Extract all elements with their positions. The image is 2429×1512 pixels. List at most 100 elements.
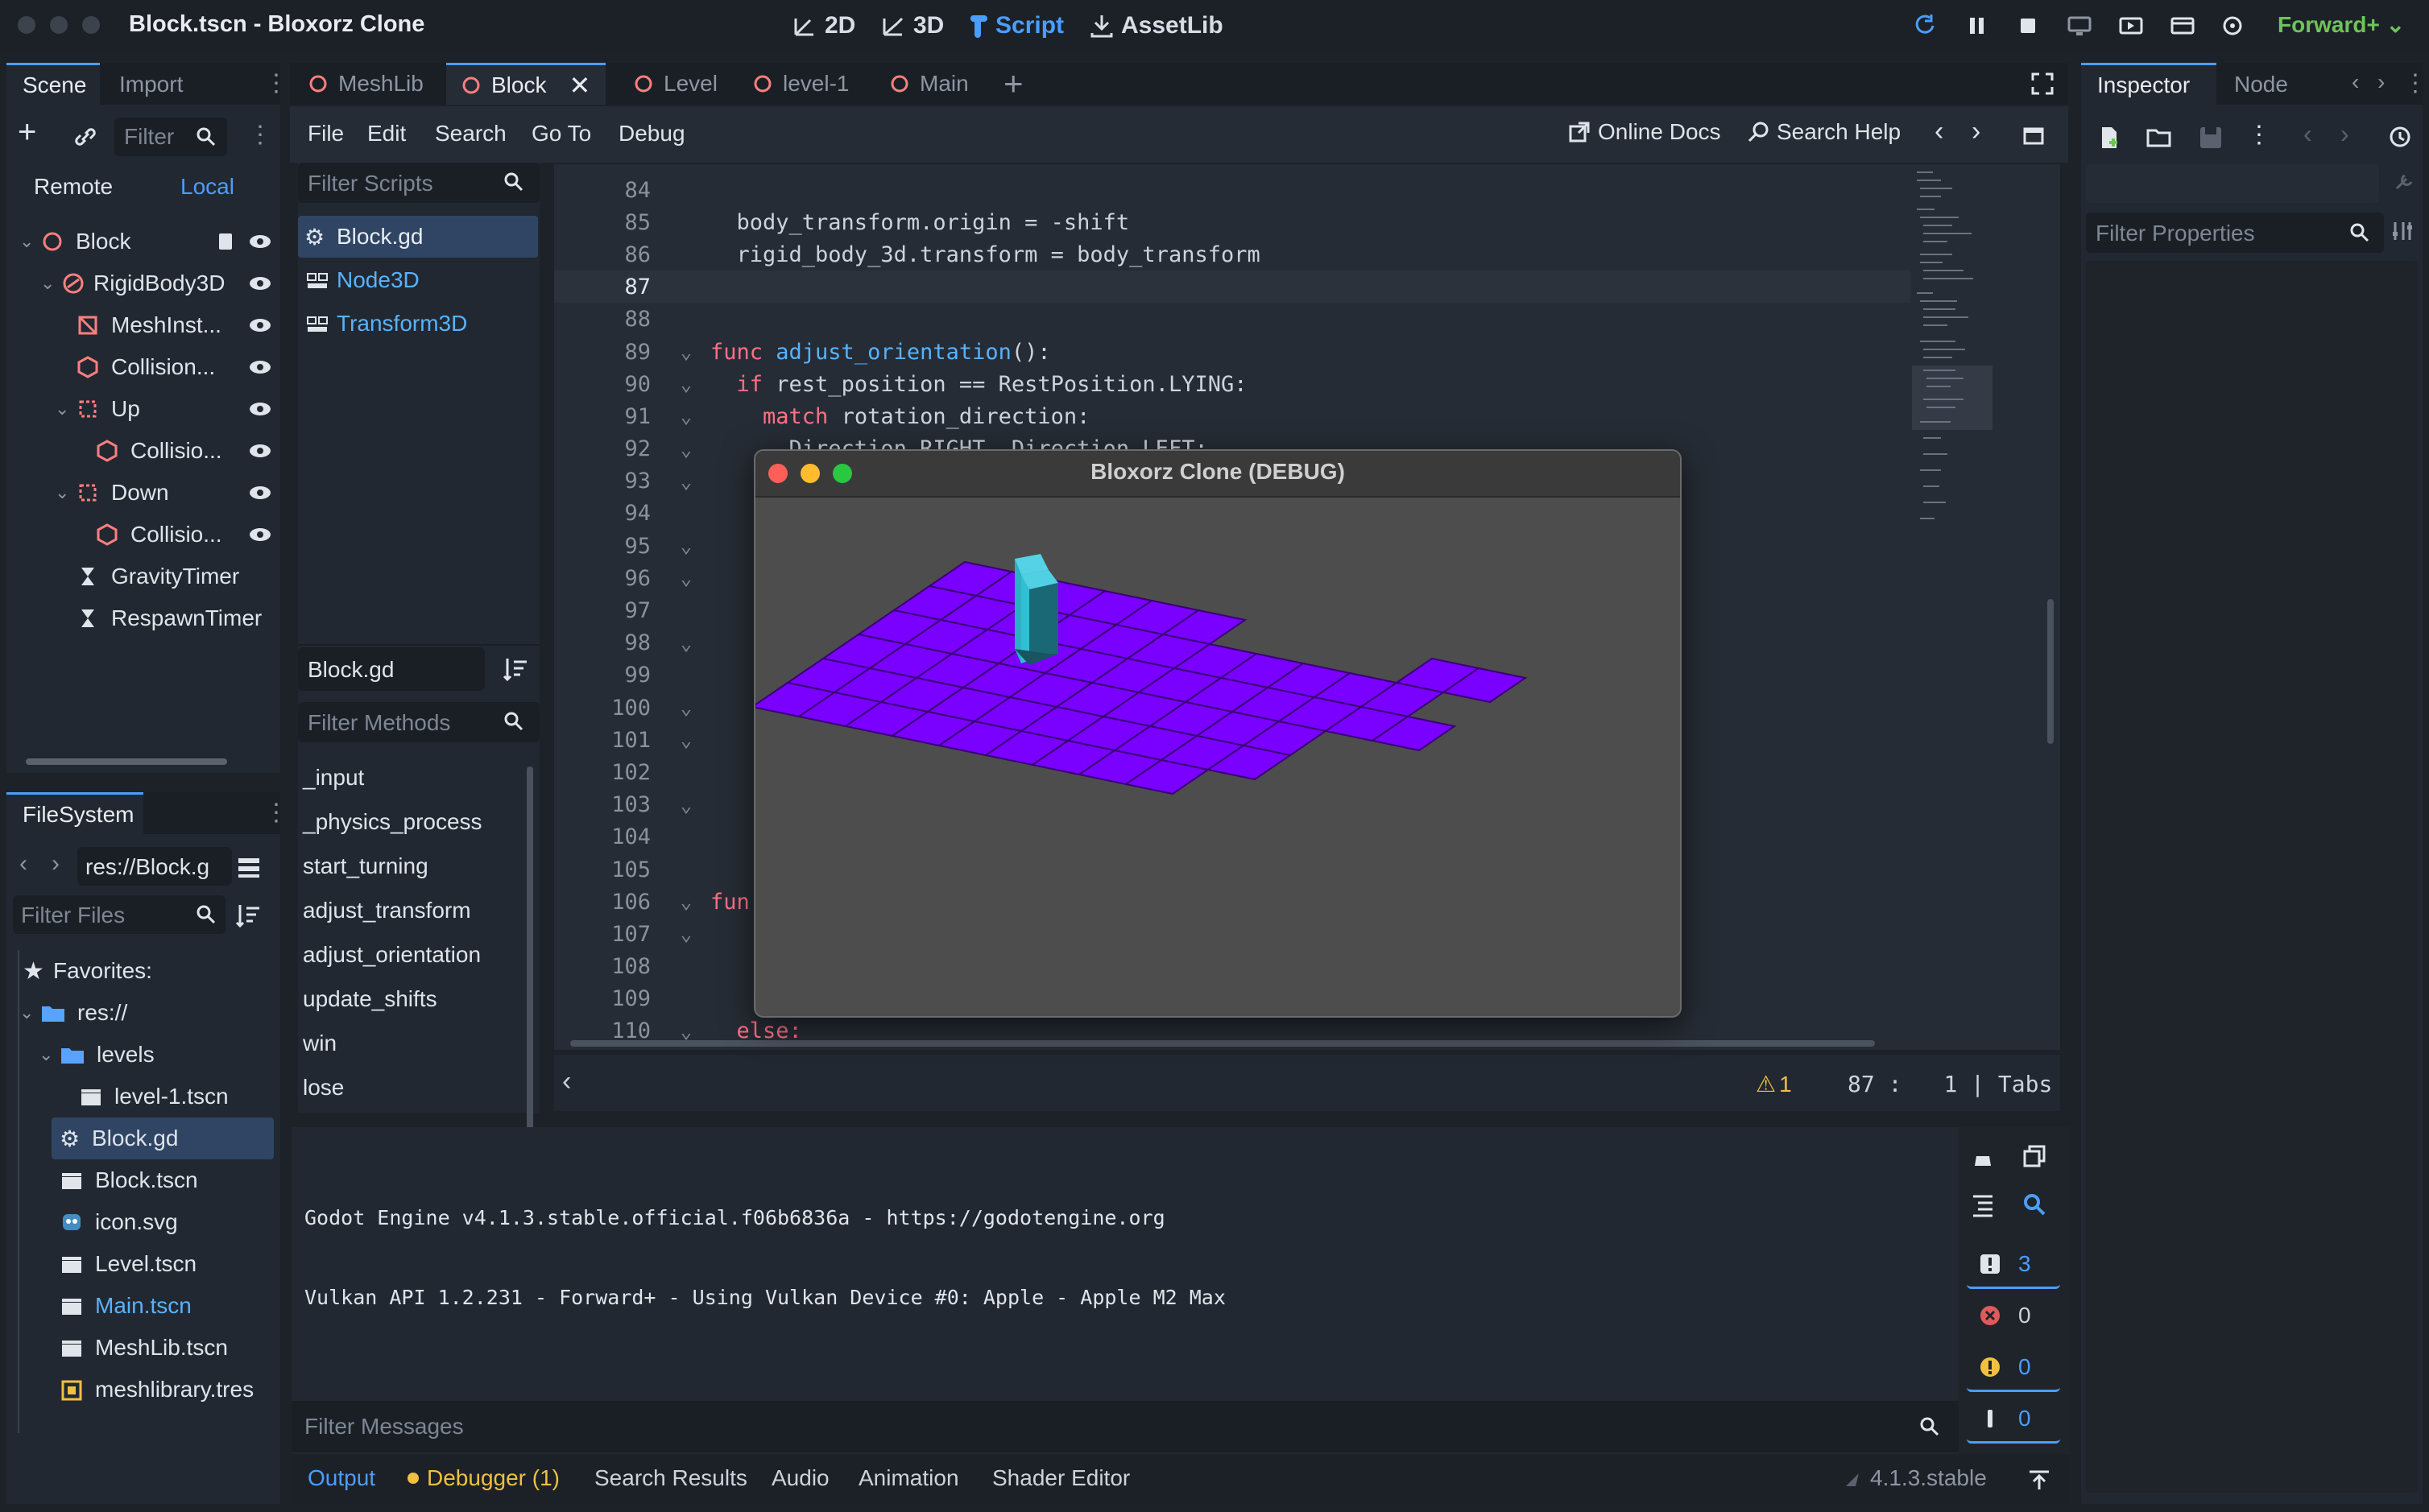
distraction-free-icon[interactable] [2030,71,2055,97]
method-item[interactable]: lose [298,1065,532,1109]
line-number[interactable]: 99 [554,663,651,688]
dock-left-icon[interactable]: ‹ [2352,69,2359,95]
history-forward-icon[interactable]: › [2340,119,2349,149]
fold-arrow-icon[interactable]: ⌄ [670,535,702,557]
visibility-eye-icon[interactable] [248,229,272,254]
fs-level-tscn[interactable]: Level.tscn [6,1243,280,1285]
line-number[interactable]: 105 [554,857,651,882]
visibility-eye-icon[interactable] [248,313,272,337]
copy-icon[interactable] [2021,1143,2047,1169]
new-resource-icon[interactable] [2096,124,2123,151]
scene-node-down[interactable]: ⌄ Down [6,472,280,514]
fold-arrow-icon[interactable]: ⌄ [670,373,702,395]
fold-arrow-icon[interactable]: ⌄ [670,729,702,751]
scene-node-gravitytimer[interactable]: GravityTimer [6,556,280,597]
fs-icon-svg[interactable]: icon.svg [6,1201,280,1243]
line-number[interactable]: 88 [554,307,651,332]
scene-node-block[interactable]: ⌄ Block [6,221,280,262]
code-line[interactable]: 84 [554,174,1883,206]
add-tab-icon[interactable]: + [1003,64,1024,103]
visibility-eye-icon[interactable] [248,271,272,295]
search-help-button[interactable]: Search Help [1746,119,1901,145]
indent-mode[interactable]: Tabs [1998,1071,2052,1097]
open-folder-icon[interactable] [2146,124,2173,151]
menu-search[interactable]: Search [435,121,507,147]
code-line[interactable]: 87 [554,271,1883,304]
line-number[interactable]: 104 [554,824,651,849]
toggle-scripts-panel-icon[interactable]: ‹ [562,1066,571,1097]
local-tab[interactable]: Local [180,174,234,200]
object-menu-icon[interactable]: ⋮ [2247,121,2271,149]
visibility-eye-icon[interactable] [248,439,272,463]
line-number[interactable]: 86 [554,242,651,267]
property-tools-icon[interactable] [2390,219,2415,243]
scene-tab-level-1[interactable]: level-1 [752,71,849,97]
method-item[interactable]: start_turning [298,844,532,888]
messages-filter-button[interactable]: 3 [1967,1241,2060,1289]
line-number[interactable]: 97 [554,598,651,623]
mode-2d-button[interactable]: 2D [791,8,855,43]
stop-icon[interactable] [2013,11,2042,40]
tab-filesystem[interactable]: FileSystem [6,792,143,837]
code-line[interactable]: 88 [554,304,1883,336]
method-item[interactable]: _input [298,755,532,799]
clear-output-icon[interactable] [1970,1143,1996,1169]
visibility-eye-icon[interactable] [248,355,272,379]
line-number[interactable]: 109 [554,986,651,1011]
fold-arrow-icon[interactable]: ⌄ [670,470,702,493]
filter-properties-input[interactable]: Filter Properties [2086,213,2384,253]
code-line[interactable]: 90 ⌄ if rest_position == RestPosition.LYI… [554,368,1883,400]
fold-arrow-icon[interactable]: ⌄ [670,341,702,363]
mode-assetlib-button[interactable]: AssetLib [1089,8,1223,43]
history-back-icon[interactable]: ‹ [2303,119,2312,149]
code-line[interactable]: 89 ⌄ func adjust_orientation(): [554,336,1883,368]
online-docs-button[interactable]: Online Docs [1567,119,1721,145]
method-item[interactable]: win [298,1021,532,1065]
dock-menu-icon[interactable]: ⋮ [264,69,288,97]
tab-shader-editor[interactable]: Shader Editor [992,1465,1130,1491]
dock-menu-icon[interactable]: ⋮ [2403,69,2427,97]
code-hscrollbar[interactable] [570,1040,1875,1047]
fs-res-root[interactable]: ⌄ res:// [6,992,280,1034]
output-log[interactable]: Godot Engine v4.1.3.stable.official.f06b… [304,1151,1226,1364]
fs-block-gd[interactable]: ⚙ Block.gd [52,1117,274,1159]
scene-node-collision-up[interactable]: Collisio... [6,430,280,472]
code-vscrollbar[interactable] [2047,599,2054,744]
zoom-window-button[interactable] [82,16,100,34]
tab-inspector[interactable]: Inspector [2081,63,2216,107]
scene-tab-level[interactable]: Level [633,71,718,97]
warnings-filter-button[interactable]: 0 [1967,1345,2060,1392]
filter-methods-input[interactable]: Filter Methods [298,702,540,742]
game-viewport[interactable] [755,496,1680,1016]
visibility-eye-icon[interactable] [248,397,272,421]
pause-icon[interactable] [1962,11,1991,40]
tab-scene[interactable]: Scene [6,63,100,107]
filter-scripts-input[interactable]: Filter Scripts [298,163,540,203]
scene-node-collision[interactable]: Collision... [6,346,280,388]
script-item-block-gd[interactable]: ⚙ Block.gd [298,216,538,258]
link-icon[interactable] [72,124,98,150]
line-number[interactable]: 108 [554,954,651,979]
scene-node-respawntimer[interactable]: RespawnTimer [6,597,280,639]
fold-arrow-icon[interactable]: ⌄ [670,567,702,589]
visibility-eye-icon[interactable] [248,523,272,547]
scene-filter-input[interactable]: Filter [114,118,227,156]
menu-goto[interactable]: Go To [532,121,591,147]
line-number[interactable]: 94 [554,501,651,526]
tab-animation[interactable]: Animation [859,1465,959,1491]
line-number[interactable]: 100 [554,696,651,721]
scene-tab-meshlib[interactable]: MeshLib [308,71,424,97]
menu-debug[interactable]: Debug [619,121,685,147]
fs-meshlibrary-tres[interactable]: meshlibrary.tres [6,1369,280,1411]
fs-main-tscn[interactable]: Main.tscn [6,1285,280,1327]
tab-debugger[interactable]: Debugger (1) [408,1465,560,1491]
close-tab-icon[interactable]: ✕ [569,70,590,101]
object-tools-icon[interactable] [2390,171,2415,195]
mode-script-button[interactable]: Script [965,8,1064,43]
close-window-button[interactable] [18,16,35,34]
line-number[interactable]: 87 [554,275,651,300]
fs-level-1-tscn[interactable]: level-1.tscn [6,1076,280,1117]
method-item[interactable]: adjust_transform [298,888,532,932]
sort-icon[interactable] [235,902,263,929]
fs-meshlib-tscn[interactable]: MeshLib.tscn [6,1327,280,1369]
